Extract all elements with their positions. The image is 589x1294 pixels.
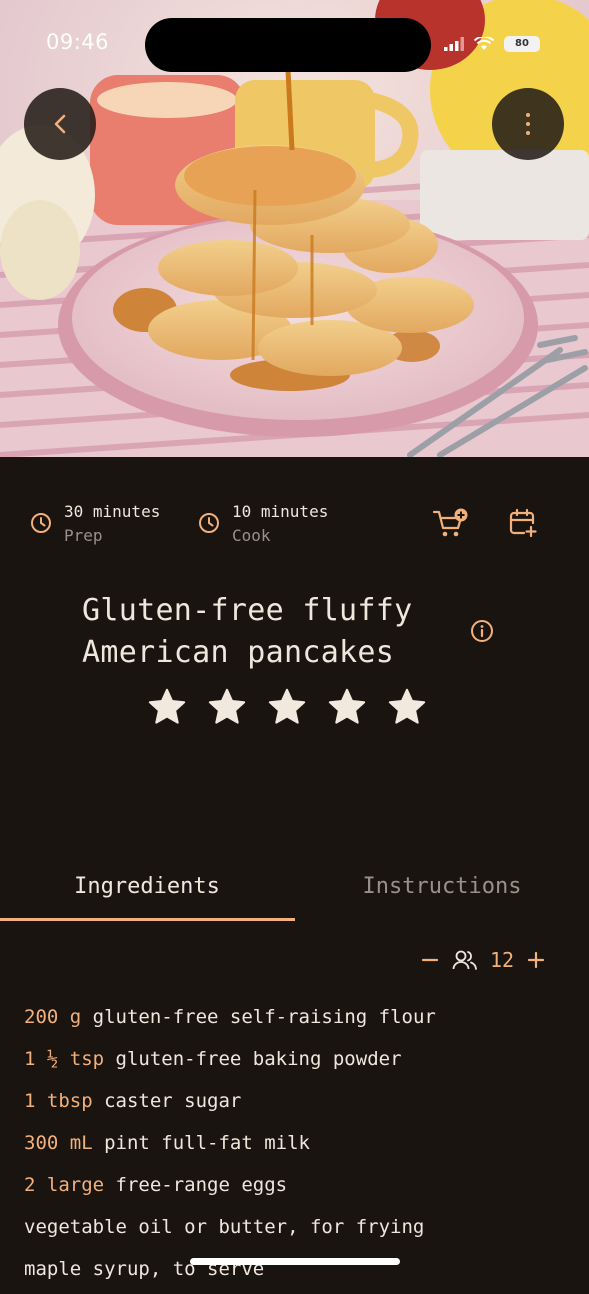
recipe-meta-row: 30 minutes Prep 10 minutes Cook [30,500,559,550]
chevron-left-icon [54,114,66,134]
rating-stars[interactable] [146,686,428,728]
status-time: 09:46 [46,30,110,54]
recipe-title-line-2: American pancakes [82,635,395,670]
ingredient-text: gluten-free baking powder [115,1048,402,1070]
dynamic-island [145,18,431,72]
ingredient-qty: 2 large [24,1174,105,1196]
tab-ingredients[interactable]: Ingredients [0,860,294,920]
servings-stepper: 12 [420,948,546,972]
ingredient-qty: 1 ½ tsp [24,1048,105,1070]
people-icon [452,950,477,970]
more-options-button[interactable] [492,88,564,160]
ingredient-text: caster sugar [104,1090,242,1112]
prep-time: 30 minutes Prep [30,500,160,548]
calendar-add-icon [509,508,537,538]
cook-time-label: Cook [232,526,271,545]
star-icon[interactable] [386,686,428,728]
plus-icon[interactable] [526,950,546,970]
ingredients-list: 200 g gluten-free self-raising flour 1 ½… [24,1000,574,1294]
back-button[interactable] [24,88,96,160]
battery-icon: 80 [504,36,540,52]
ingredient-text: pint full-fat milk [104,1132,310,1154]
ingredient-item: vegetable oil or butter, for frying [24,1210,574,1252]
recipe-title-line-1: Gluten-free fluffy [82,593,413,628]
cart-add-icon [432,508,468,537]
recipe-hero-image: 09:46 80 [0,0,589,457]
cook-time: 10 minutes Cook [198,500,328,548]
ingredient-item: 200 g gluten-free self-raising flour [24,1000,574,1042]
minus-icon[interactable] [420,950,440,970]
wifi-icon [474,37,494,50]
status-icons: 80 [444,36,540,52]
ingredient-item: 1 tbsp caster sugar [24,1084,574,1126]
ingredient-qty: 200 g [24,1006,82,1028]
prep-time-label: Prep [64,526,103,545]
tab-instructions[interactable]: Instructions [295,860,589,920]
more-vertical-icon [526,113,530,135]
star-icon[interactable] [146,686,188,728]
ingredient-qty: 300 mL [24,1132,93,1154]
ingredient-qty: 1 tbsp [24,1090,93,1112]
active-tab-indicator [0,918,295,921]
star-icon[interactable] [206,686,248,728]
star-icon[interactable] [266,686,308,728]
ingredient-text: vegetable oil or butter, for frying [24,1216,425,1238]
cook-time-value: 10 minutes [232,502,329,521]
add-to-shopping-list-button[interactable] [432,508,468,544]
recipe-tabs: Ingredients Instructions [0,860,589,922]
clock-icon [199,513,219,533]
prep-time-value: 30 minutes [64,502,161,521]
cellular-signal-icon [444,37,464,51]
info-icon [471,620,493,642]
recipe-info-button[interactable] [470,619,494,647]
servings-count: 12 [490,948,515,972]
ingredient-text: gluten-free self-raising flour [92,1006,436,1028]
star-icon[interactable] [326,686,368,728]
recipe-title: Gluten-free fluffy American pancakes [82,590,462,674]
ingredient-text: free-range eggs [115,1174,288,1196]
ingredient-item: 2 large free-range eggs [24,1168,574,1210]
home-indicator[interactable] [190,1258,400,1265]
ingredient-item: 300 mL pint full-fat milk [24,1126,574,1168]
clock-icon [31,513,51,533]
add-to-meal-plan-button[interactable] [508,508,538,542]
ingredient-item: 1 ½ tsp gluten-free baking powder [24,1042,574,1084]
